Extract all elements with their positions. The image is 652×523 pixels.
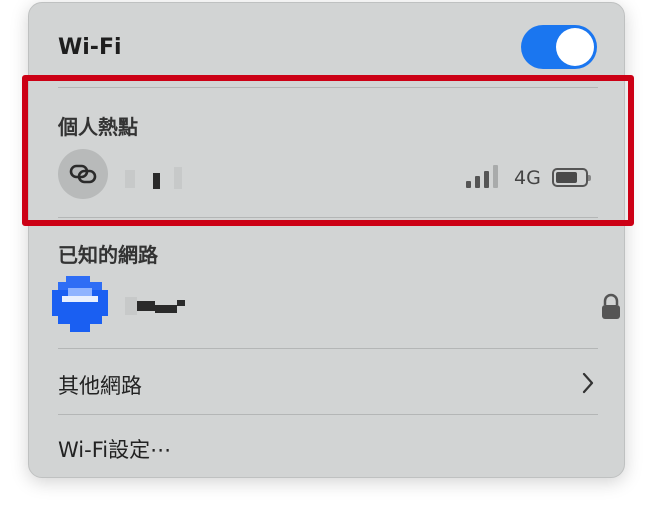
wifi-settings-item[interactable]: Wi-Fi設定⋯ <box>58 434 171 464</box>
other-networks-label: 其他網路 <box>58 374 142 398</box>
hotspot-highlight-box <box>22 75 634 226</box>
lock-icon <box>600 293 622 321</box>
chevron-right-icon <box>581 372 595 398</box>
divider <box>58 348 598 349</box>
known-networks-header: 已知的網路 <box>58 243 158 267</box>
wifi-title: Wi-Fi <box>58 35 122 60</box>
divider <box>58 414 598 415</box>
network-avatar-icon <box>52 276 110 334</box>
wifi-menu-panel: Wi-Fi 個人熱點 4G 已知的網路 其他網路 Wi-Fi設定⋯ <box>28 2 625 478</box>
toggle-knob <box>556 28 594 66</box>
wifi-toggle[interactable] <box>521 25 597 69</box>
